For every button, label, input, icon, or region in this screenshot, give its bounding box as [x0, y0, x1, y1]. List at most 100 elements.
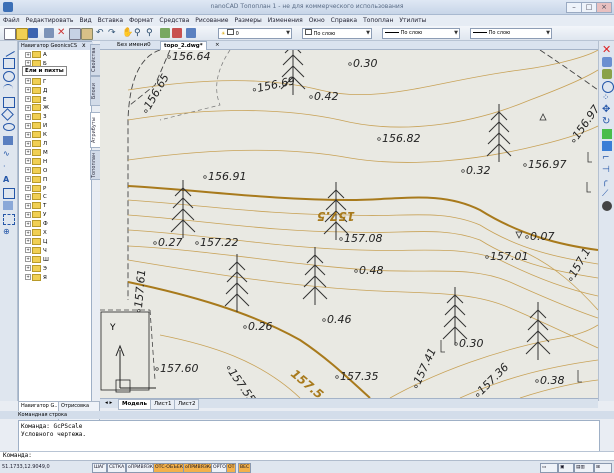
doc-tab-close-icon[interactable]: ×: [212, 41, 223, 49]
expand-icon[interactable]: +: [25, 193, 31, 200]
fillet-icon[interactable]: ╭: [602, 177, 612, 187]
design-center-icon[interactable]: [172, 28, 182, 38]
expand-icon[interactable]: +: [25, 87, 31, 94]
menu-dimensions[interactable]: Размеры: [232, 15, 265, 26]
trim-icon[interactable]: ⌐: [602, 153, 612, 163]
layout-nav-icon[interactable]: ◂ ▸: [102, 399, 115, 408]
tree-item[interactable]: + Х: [25, 229, 47, 236]
mirror-icon[interactable]: [602, 69, 612, 79]
array-icon[interactable]: ⁘: [602, 93, 612, 103]
zoom-icon[interactable]: ⚲: [134, 28, 144, 38]
tree-item[interactable]: + З: [25, 113, 47, 121]
print-icon[interactable]: [44, 28, 54, 38]
copy-object-icon[interactable]: [602, 57, 612, 67]
expand-icon[interactable]: +: [25, 131, 31, 138]
extend-icon[interactable]: ⊣: [602, 165, 612, 175]
scale-icon[interactable]: [602, 129, 612, 139]
lineweight-combo[interactable]: По слою ▼: [470, 28, 552, 39]
redo-icon[interactable]: ↷: [108, 28, 118, 38]
layers-icon[interactable]: [186, 28, 196, 38]
layer-combo[interactable]: ☀ 0 ▼: [218, 28, 292, 39]
zoom-window-icon[interactable]: ⚲: [146, 28, 156, 38]
rotate-icon[interactable]: ↻: [602, 117, 612, 127]
tab-layout2[interactable]: Лист2: [174, 399, 200, 410]
expand-icon[interactable]: +: [25, 167, 31, 174]
insert-icon[interactable]: ⊕: [3, 227, 13, 236]
undo-icon[interactable]: ↶: [96, 28, 106, 38]
menu-window[interactable]: Окно: [306, 15, 328, 26]
region-icon[interactable]: [3, 201, 13, 210]
menu-modify[interactable]: Изменения: [265, 15, 306, 26]
save-icon[interactable]: [28, 28, 38, 38]
maximize-button[interactable]: □: [581, 2, 597, 13]
tree-item[interactable]: + Ф: [25, 220, 48, 228]
spline-icon[interactable]: ∿: [3, 149, 13, 158]
tree-item[interactable]: + Ч: [25, 246, 47, 254]
tree-item[interactable]: + Е: [25, 95, 46, 103]
expand-icon[interactable]: +: [25, 140, 31, 147]
stretch-icon[interactable]: [602, 141, 612, 151]
expand-icon[interactable]: +: [25, 247, 31, 254]
tab-model[interactable]: Модель: [118, 399, 151, 410]
expand-icon[interactable]: +: [25, 238, 31, 245]
tree-item[interactable]: + Ш: [25, 255, 49, 263]
new-file-icon[interactable]: [4, 28, 16, 40]
tree-item[interactable]: + Л: [25, 140, 47, 147]
drawing-canvas[interactable]: 156.64 156.69 156.65 156.82 156.97 156.91 157.…: [100, 50, 598, 398]
tree-item[interactable]: + А: [25, 51, 47, 58]
expand-icon[interactable]: +: [25, 122, 31, 129]
expand-icon[interactable]: +: [25, 104, 31, 111]
expand-icon[interactable]: +: [25, 274, 31, 280]
menu-draw[interactable]: Рисование: [192, 15, 231, 26]
menu-format[interactable]: Формат: [126, 15, 156, 26]
expand-icon[interactable]: +: [25, 158, 31, 165]
block-icon[interactable]: [3, 188, 15, 199]
expand-icon[interactable]: +: [25, 149, 31, 156]
erase-icon[interactable]: ✕: [602, 44, 612, 55]
topo-drawing[interactable]: 156.64 156.69 156.65 156.82 156.97 156.91 157.…: [100, 50, 598, 398]
offset-icon[interactable]: [602, 81, 614, 93]
expand-icon[interactable]: +: [25, 51, 31, 58]
menu-tools[interactable]: Средства: [156, 15, 192, 26]
tree-item[interactable]: + Г: [25, 77, 46, 85]
tree-item[interactable]: + Н: [25, 157, 47, 165]
cut-icon[interactable]: ✕: [57, 28, 67, 38]
expand-icon[interactable]: +: [25, 78, 31, 85]
expand-icon[interactable]: +: [25, 229, 31, 236]
expand-icon[interactable]: +: [25, 211, 31, 218]
explode-icon[interactable]: [602, 201, 612, 211]
chamfer-icon[interactable]: ⟋: [602, 189, 612, 199]
table-icon[interactable]: [3, 214, 15, 225]
expand-icon[interactable]: +: [25, 113, 31, 120]
expand-icon[interactable]: +: [25, 96, 31, 102]
navigator-close-icon[interactable]: x: [82, 42, 86, 50]
line-icon[interactable]: [1, 43, 15, 57]
hatch-icon[interactable]: [3, 136, 13, 145]
doc-tab-topo[interactable]: topo_2.dwg*: [160, 41, 207, 50]
linetype-combo[interactable]: По слою ▼: [382, 28, 460, 39]
tree-item[interactable]: + Ц: [25, 237, 47, 245]
expand-icon[interactable]: +: [25, 176, 31, 183]
open-folder-icon[interactable]: [16, 28, 28, 40]
rectangle-icon[interactable]: [3, 97, 15, 108]
tree-item[interactable]: + П: [25, 175, 47, 183]
tree-item[interactable]: + М: [25, 148, 48, 156]
menu-help[interactable]: Справка: [328, 15, 360, 26]
expand-icon[interactable]: +: [25, 256, 31, 263]
tree-item[interactable]: + Т: [25, 202, 46, 210]
tree-item[interactable]: + К: [25, 131, 47, 139]
menu-utilities[interactable]: Утилиты: [396, 15, 429, 26]
arc-icon[interactable]: [3, 84, 13, 94]
tree-item[interactable]: + О: [25, 166, 47, 174]
copy-icon[interactable]: [69, 28, 81, 40]
color-combo[interactable]: По слою ▼: [302, 28, 372, 39]
pan-icon[interactable]: ✋: [122, 28, 133, 38]
tree-item[interactable]: + С: [25, 193, 47, 201]
tree-item[interactable]: + И: [25, 122, 47, 130]
minimize-button[interactable]: –: [566, 2, 582, 13]
expand-icon[interactable]: +: [25, 265, 31, 272]
doc-tab-untitled[interactable]: Без имени0: [114, 41, 154, 49]
polygon-icon[interactable]: [1, 108, 14, 121]
tab-layout1[interactable]: Лист1: [150, 399, 176, 410]
move-icon[interactable]: ✥: [602, 105, 612, 115]
